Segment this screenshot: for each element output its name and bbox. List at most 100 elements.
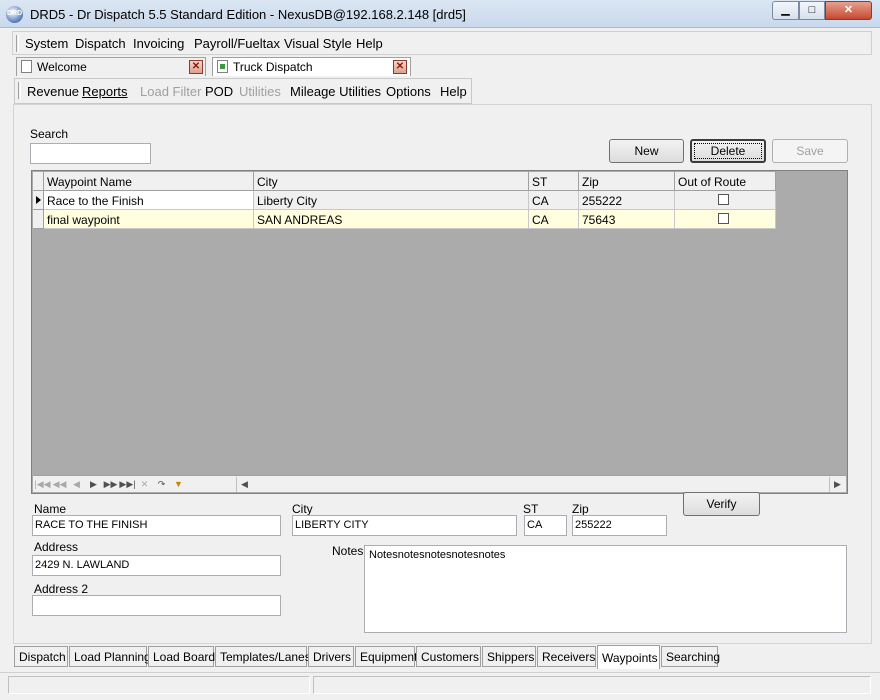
cell-st[interactable]: CA xyxy=(529,191,579,210)
save-button: Save xyxy=(772,139,848,163)
toolbar-revenue[interactable]: Revenue xyxy=(27,84,79,99)
toolbar-reports[interactable]: Reports xyxy=(82,84,128,99)
document-icon xyxy=(217,60,228,73)
name-label: Name xyxy=(34,502,67,516)
city-input[interactable]: LIBERTY CITY xyxy=(292,515,517,536)
title-bar: DRD DRD5 - Dr Dispatch 5.5 Standard Edit… xyxy=(0,0,880,28)
tab-waypoints[interactable]: Waypoints xyxy=(597,645,660,669)
row-indicator xyxy=(33,210,44,229)
scroll-left-icon[interactable]: ◀ xyxy=(236,477,252,492)
column-header-st[interactable]: ST xyxy=(529,172,579,191)
toolbar-pod[interactable]: POD xyxy=(205,84,233,99)
zip-label: Zip xyxy=(572,502,589,516)
module-toolbar: Revenue Reports Load Filter POD Utilitie… xyxy=(14,78,472,104)
toolbar-utilities: Utilities xyxy=(239,84,281,99)
tab-drivers[interactable]: Drivers xyxy=(308,646,354,667)
status-panel xyxy=(8,676,310,694)
column-header-zip[interactable]: Zip xyxy=(579,172,675,191)
status-bar xyxy=(0,672,880,700)
row-pointer-icon xyxy=(36,196,41,204)
column-header-city[interactable]: City xyxy=(254,172,529,191)
cell-city[interactable]: Liberty City xyxy=(254,191,529,210)
status-panel xyxy=(313,676,871,694)
cell-waypoint-name[interactable]: final waypoint xyxy=(44,210,254,229)
prior-record-icon: ◀ xyxy=(73,479,80,489)
notes-label: Notes xyxy=(332,544,364,558)
tab-welcome[interactable]: Welcome ✕ xyxy=(16,57,206,76)
tab-customers[interactable]: Customers xyxy=(416,646,481,667)
menu-dispatch[interactable]: Dispatch xyxy=(75,36,126,51)
menu-system[interactable]: System xyxy=(25,36,68,51)
tab-load-planning[interactable]: Load Planning xyxy=(69,646,151,667)
tab-templates-lanes[interactable]: Templates/Lanes xyxy=(215,646,311,667)
address2-label: Address 2 xyxy=(34,582,89,596)
close-button[interactable]: ✕ xyxy=(825,1,872,20)
name-input[interactable]: RACE TO THE FINISH xyxy=(32,515,281,536)
menu-help[interactable]: Help xyxy=(356,36,383,51)
first-record-icon: |◀◀ xyxy=(34,479,51,489)
search-label: Search xyxy=(30,127,69,141)
minimize-button[interactable]: ▁ xyxy=(772,1,799,20)
verify-button[interactable]: Verify xyxy=(683,492,760,516)
toolbar-load-filter: Load Filter xyxy=(140,84,202,99)
st-label: ST xyxy=(523,502,539,516)
close-tab-icon[interactable]: ✕ xyxy=(393,60,407,74)
out-of-route-checkbox[interactable] xyxy=(718,213,729,224)
notes-textarea[interactable]: Notesnotesnotesnotesnotes xyxy=(364,545,847,633)
cell-zip[interactable]: 75643 xyxy=(579,210,675,229)
menu-payroll-fueltax[interactable]: Payroll/Fueltax xyxy=(194,36,280,51)
address-input[interactable]: 2429 N. LAWLAND xyxy=(32,555,281,576)
tab-truck-dispatch[interactable]: Truck Dispatch ✕ xyxy=(212,57,411,76)
cell-waypoint-name[interactable]: Race to the Finish xyxy=(44,191,254,210)
city-label: City xyxy=(292,502,313,516)
cell-out-of-route[interactable] xyxy=(675,210,776,229)
tab-label: Truck Dispatch xyxy=(233,60,313,74)
toolbar-mileage-utilities[interactable]: Mileage Utilities xyxy=(290,84,381,99)
address-label: Address xyxy=(34,540,79,554)
grip-handle xyxy=(18,82,21,99)
toolbar-help[interactable]: Help xyxy=(440,84,467,99)
new-button[interactable]: New xyxy=(609,139,684,163)
cell-st[interactable]: CA xyxy=(529,210,579,229)
toolbar-options[interactable]: Options xyxy=(386,84,431,99)
grid-navigator: |◀◀ ◀◀ ◀ ▶ ▶▶ ▶▶| ✕ ↷ ▼ ◀ ▶ xyxy=(33,475,846,492)
search-input[interactable] xyxy=(30,143,151,164)
next-page-icon[interactable]: ▶▶ xyxy=(102,477,119,492)
maximize-button[interactable]: □ xyxy=(799,1,825,20)
cell-zip[interactable]: 255222 xyxy=(579,191,675,210)
zip-input[interactable]: 255222 xyxy=(572,515,667,536)
menu-visual-style[interactable]: Visual Style xyxy=(284,36,352,51)
menu-bar: System Dispatch Invoicing Payroll/Fuelta… xyxy=(12,31,872,55)
close-tab-icon[interactable]: ✕ xyxy=(189,60,203,74)
delete-button[interactable]: Delete xyxy=(690,139,766,163)
tab-dispatch[interactable]: Dispatch xyxy=(14,646,68,667)
last-record-icon[interactable]: ▶▶| xyxy=(119,477,136,492)
menu-invoicing[interactable]: Invoicing xyxy=(133,36,184,51)
cell-out-of-route[interactable] xyxy=(675,191,776,210)
out-of-route-checkbox[interactable] xyxy=(718,194,729,205)
waypoints-grid: Waypoint Name City ST Zip Out of Route R… xyxy=(31,170,848,494)
filter-icon[interactable]: ▼ xyxy=(170,477,187,492)
tab-equipment[interactable]: Equipment xyxy=(355,646,417,667)
st-input[interactable]: CA xyxy=(524,515,567,536)
delete-record-icon: ✕ xyxy=(140,479,149,489)
cell-city[interactable]: SAN ANDREAS xyxy=(254,210,529,229)
scroll-right-icon[interactable]: ▶ xyxy=(829,477,845,492)
tab-shippers[interactable]: Shippers xyxy=(482,646,536,667)
grip-handle xyxy=(16,35,19,52)
current-row-indicator xyxy=(33,191,44,210)
next-record-icon[interactable]: ▶ xyxy=(85,477,102,492)
prior-page-icon: ◀◀ xyxy=(52,479,67,489)
refresh-icon[interactable]: ↷ xyxy=(153,477,170,492)
column-header-waypoint-name[interactable]: Waypoint Name xyxy=(44,172,254,191)
document-icon xyxy=(21,60,32,73)
tab-label: Welcome xyxy=(37,60,87,74)
tab-load-board[interactable]: Load Board xyxy=(148,646,215,667)
tab-receivers[interactable]: Receivers xyxy=(537,646,596,667)
column-header-out-of-route[interactable]: Out of Route xyxy=(675,172,776,191)
window-title: DRD5 - Dr Dispatch 5.5 Standard Edition … xyxy=(30,7,466,22)
tab-searching[interactable]: Searching xyxy=(661,646,720,667)
app-icon: DRD xyxy=(6,6,23,23)
address2-input[interactable] xyxy=(32,595,281,616)
header-indicator xyxy=(33,172,44,191)
